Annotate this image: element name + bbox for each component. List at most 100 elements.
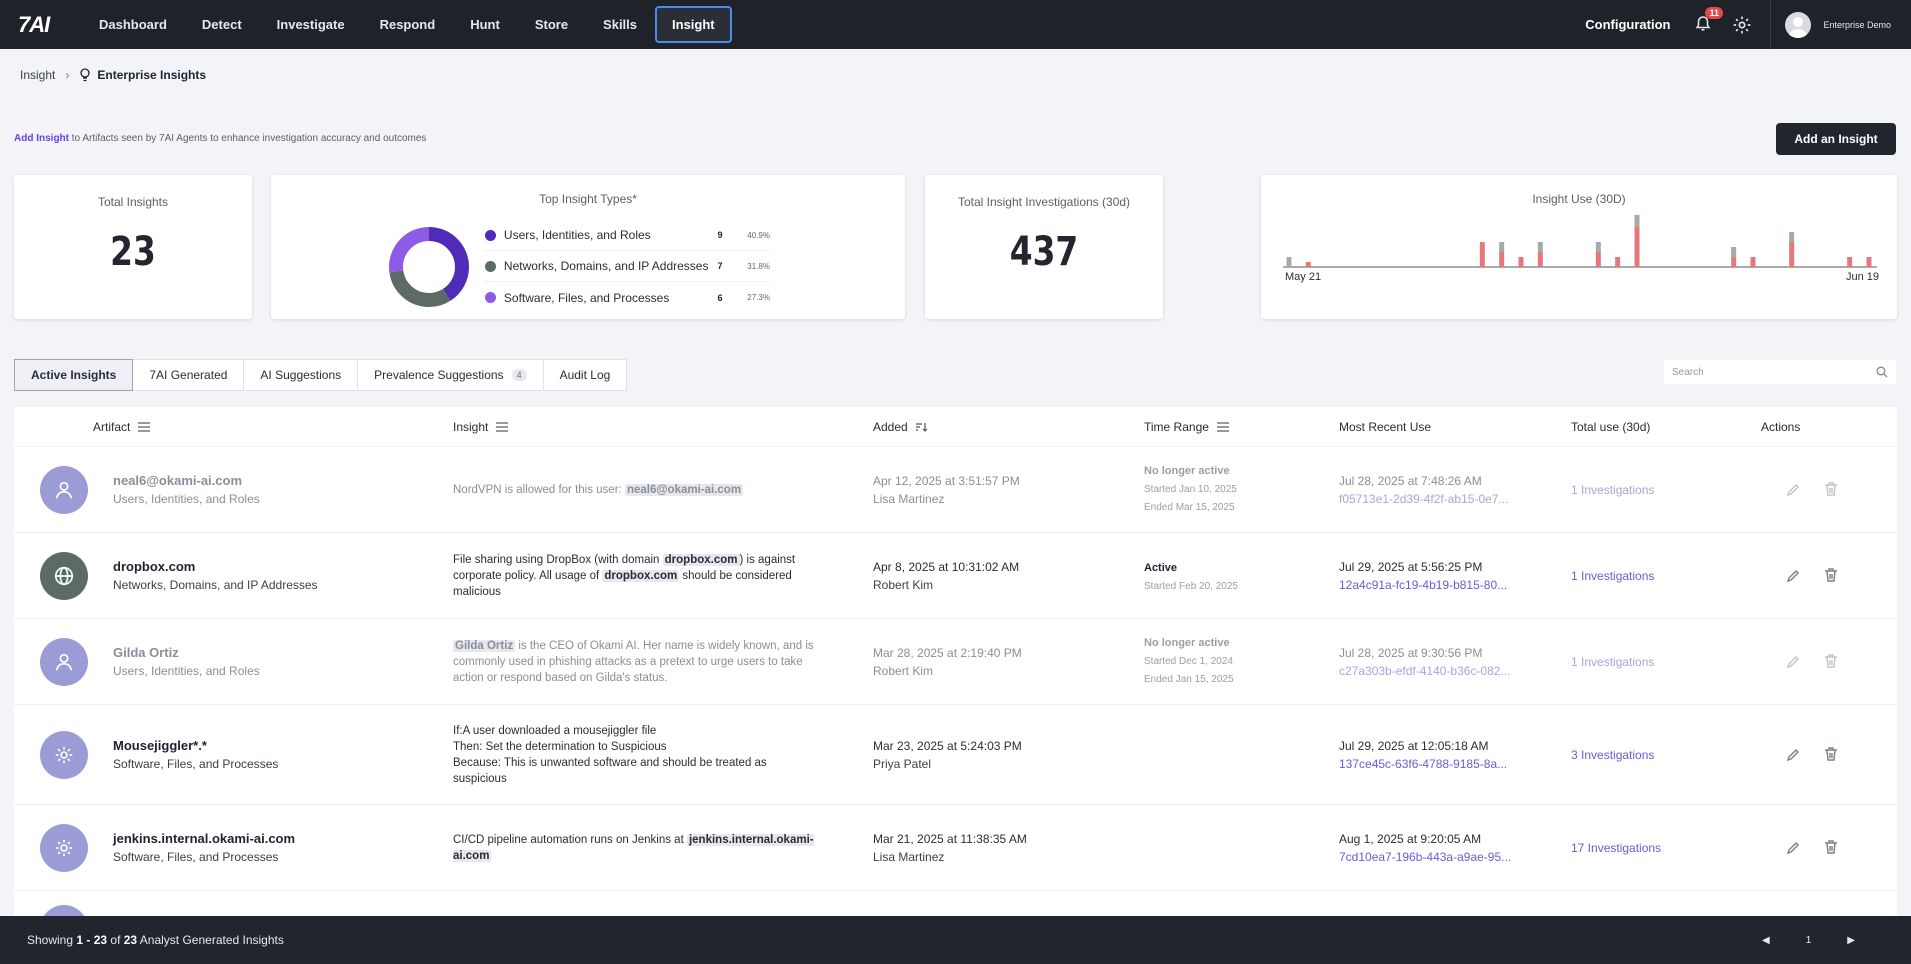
added-date: Apr 8, 2025 at 10:31:02 AM: [873, 560, 1020, 574]
use-bar: [1847, 257, 1853, 267]
tab-7ai-generated[interactable]: 7AI Generated: [133, 359, 245, 391]
total-use-link[interactable]: 1 Investigations: [1571, 569, 1654, 583]
nav-item-hunt[interactable]: Hunt: [453, 6, 517, 43]
total-use-link[interactable]: 1 Investigations: [1571, 483, 1654, 497]
most-recent-use-date: Jul 28, 2025 at 9:30:56 PM: [1339, 646, 1483, 660]
prev-page-icon[interactable]: ◀: [1762, 935, 1770, 946]
edit-pencil-icon[interactable]: [1785, 654, 1801, 670]
legend-percent: 31.8%: [747, 261, 770, 271]
tab-label: Active Insights: [31, 368, 117, 382]
use-bar: [1750, 257, 1756, 267]
settings-gear-icon[interactable]: [1732, 15, 1752, 35]
tab-ai-suggestions[interactable]: AI Suggestions: [244, 359, 359, 391]
tab-prevalence-suggestions[interactable]: Prevalence Suggestions 4: [358, 359, 544, 391]
user-avatar-icon: [1788, 16, 1809, 38]
legend-label: Software, Files, and Processes: [503, 290, 670, 305]
add-insight-button[interactable]: Add an Insight: [1776, 123, 1896, 155]
total-investigations-value: 437: [1009, 229, 1079, 275]
column-header-added[interactable]: Added: [873, 420, 928, 434]
column-header-artifact[interactable]: Artifact: [93, 420, 151, 434]
table-row[interactable]: jenkins.internal.okami-ai.com Software, F…: [14, 805, 1897, 891]
artifact-name[interactable]: Gilda Ortiz: [113, 645, 260, 660]
legend-count: 7: [717, 261, 723, 271]
filter-menu-icon[interactable]: [496, 422, 509, 432]
nav-item-detect[interactable]: Detect: [185, 6, 259, 43]
insight-text-part: CI/CD pipeline automation runs on Jenkin…: [453, 834, 687, 846]
column-header-insight[interactable]: Insight: [453, 420, 509, 434]
search-icon[interactable]: [1876, 366, 1888, 378]
nav-item-store[interactable]: Store: [518, 6, 585, 43]
tab-count-badge: 4: [511, 369, 527, 381]
total-use-link[interactable]: 3 Investigations: [1571, 748, 1654, 762]
nav-configuration[interactable]: Configuration: [1585, 17, 1670, 32]
delete-trash-icon[interactable]: [1823, 746, 1839, 762]
table-row[interactable]: neal6@okami-ai.com Users, Identities, and…: [14, 447, 1897, 533]
edit-pencil-icon[interactable]: [1785, 482, 1801, 498]
column-header-label: Actions: [1761, 420, 1801, 434]
delete-trash-icon[interactable]: [1823, 567, 1839, 583]
column-header-actions[interactable]: Actions: [1761, 420, 1800, 434]
delete-trash-icon[interactable]: [1823, 653, 1839, 669]
investigation-id-link[interactable]: c27a303b-efdf-4140-b36c-082...: [1339, 664, 1510, 678]
table-row[interactable]: Gilda Ortiz Users, Identities, and Roles G…: [14, 619, 1897, 705]
table-row[interactable]: dropbox.com Networks, Domains, and IP Add…: [14, 533, 1897, 619]
artifact-name[interactable]: dropbox.com: [113, 559, 318, 574]
legend-row: Software, Files, and Processes 6 27.3%: [485, 282, 770, 313]
added-by: Priya Patel: [873, 757, 932, 771]
added-cell: Apr 8, 2025 at 10:31:02 AM Robert Kim: [873, 560, 1019, 592]
table-row[interactable]: Mousejiggler*.* Software, Files, and Proc…: [14, 705, 1897, 805]
delete-trash-icon[interactable]: [1823, 481, 1839, 497]
showing-summary: Showing 1 - 23 of 23 Analyst Generated I…: [27, 933, 284, 947]
sort-icon[interactable]: [915, 422, 928, 432]
pagination: ◀ 1 ▶: [1744, 935, 1873, 946]
filter-menu-icon[interactable]: [1216, 422, 1229, 432]
showing-prefix: Showing: [27, 933, 77, 947]
delete-trash-icon[interactable]: [1823, 839, 1839, 855]
nav-item-investigate[interactable]: Investigate: [260, 6, 362, 43]
artifact-avatar: [40, 466, 88, 514]
artifact-cell: Mousejiggler*.* Software, Files, and Proc…: [113, 738, 278, 771]
total-use-link[interactable]: 1 Investigations: [1571, 655, 1654, 669]
total-investigations-card: Total Insight Investigations (30d) 437: [925, 175, 1163, 319]
legend-count: 9: [717, 230, 723, 240]
investigation-id-link[interactable]: 137ce45c-63f6-4788-9185-8a...: [1339, 757, 1507, 771]
column-header-total-use-d-[interactable]: Total use (30d): [1571, 420, 1650, 434]
app-logo[interactable]: 7AI: [0, 12, 70, 38]
breadcrumb-parent[interactable]: Insight: [20, 68, 55, 82]
notifications-button[interactable]: 11: [1694, 6, 1723, 36]
nav-item-insight[interactable]: Insight: [655, 6, 732, 43]
artifact-name[interactable]: neal6@okami-ai.com: [113, 473, 260, 488]
artifact-cell: jenkins.internal.okami-ai.com Software, F…: [113, 831, 295, 864]
insight-text: NordVPN is allowed for this user: neal6@…: [453, 482, 823, 498]
column-header-most-recent-use[interactable]: Most Recent Use: [1339, 420, 1431, 434]
total-use-link[interactable]: 17 Investigations: [1571, 841, 1661, 855]
investigation-id-link[interactable]: 7cd10ea7-196b-443a-a9ae-95...: [1339, 850, 1511, 864]
insight-types-donut: [389, 226, 469, 307]
artifact-avatar: [40, 552, 88, 600]
use-bar: [1789, 242, 1795, 267]
edit-pencil-icon[interactable]: [1785, 747, 1801, 763]
edit-pencil-icon[interactable]: [1785, 840, 1801, 856]
tab-active-insights[interactable]: Active Insights: [14, 359, 134, 391]
nav-item-skills[interactable]: Skills: [586, 6, 654, 43]
edit-pencil-icon[interactable]: [1785, 568, 1801, 584]
user-menu[interactable]: Enterprise Demo: [1770, 0, 1911, 49]
investigation-id-link[interactable]: f05713e1-2d39-4f2f-ab15-0e7...: [1339, 492, 1508, 506]
insight-text-part: NordVPN is allowed for this user:: [453, 484, 625, 496]
filter-menu-icon[interactable]: [138, 422, 151, 432]
use-bar-stack: [1537, 242, 1543, 252]
next-page-icon[interactable]: ▶: [1847, 935, 1855, 946]
current-page[interactable]: 1: [1806, 935, 1812, 946]
insights-table: Artifact Insight Added Time Range Most Recen…: [14, 407, 1897, 953]
artifact-name[interactable]: Mousejiggler*.*: [113, 738, 278, 753]
nav-item-dashboard[interactable]: Dashboard: [82, 6, 184, 43]
column-header-label: Artifact: [93, 420, 131, 434]
search-input[interactable]: [1672, 366, 1876, 378]
column-header-label: Time Range: [1144, 420, 1209, 434]
artifact-name[interactable]: jenkins.internal.okami-ai.com: [113, 831, 295, 846]
tab-audit-log[interactable]: Audit Log: [543, 359, 628, 391]
add-insight-link[interactable]: Add Insight: [14, 133, 69, 144]
nav-item-respond[interactable]: Respond: [363, 6, 453, 43]
investigation-id-link[interactable]: 12a4c91a-fc19-4b19-b815-80...: [1339, 578, 1507, 592]
column-header-time-range[interactable]: Time Range: [1144, 420, 1229, 434]
